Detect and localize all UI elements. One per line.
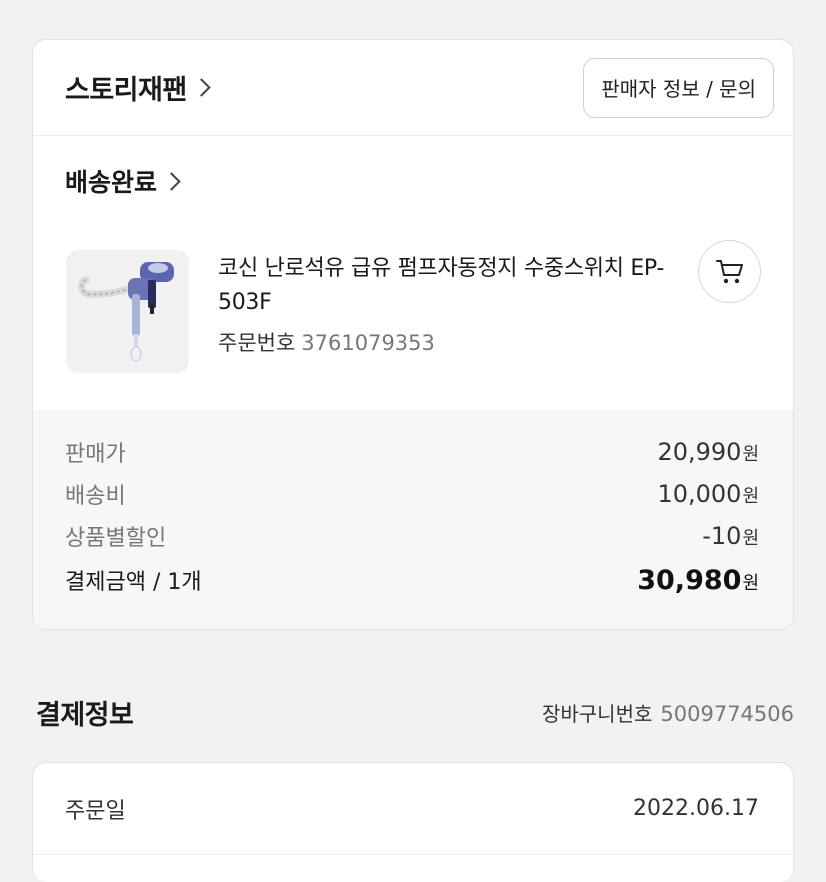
product-item: 코신 난로석유 급유 펌프자동정지 수중스위치 EP-503F 주문번호 3761…	[33, 226, 793, 408]
summary-row-shipping: 배송비 10,000원	[65, 474, 759, 514]
seller-info-button[interactable]: 판매자 정보 / 문의	[583, 57, 774, 118]
order-card: 스토리재팬 판매자 정보 / 문의 배송완료 코신 난로석유 급유 펌프자동정지…	[32, 39, 794, 630]
add-to-cart-button[interactable]	[698, 240, 761, 303]
cart-number: 5009774506	[660, 702, 794, 726]
delivery-status-link[interactable]: 배송완료	[65, 163, 181, 199]
payment-title: 결제정보	[36, 700, 134, 731]
chevron-right-icon	[162, 171, 181, 191]
summary-value: -10원	[702, 522, 759, 550]
summary-row-total: 결제금액 / 1개 30,980원	[65, 560, 759, 600]
seller-link[interactable]: 스토리재팬	[65, 68, 211, 107]
total-value: 30,980원	[637, 564, 759, 596]
payment-card: 주문일 2022.06.17	[32, 762, 794, 882]
product-thumbnail[interactable]	[66, 250, 189, 373]
summary-label: 판매가	[65, 442, 126, 467]
cart-number-line: 장바구니번호 5009774506	[542, 698, 794, 727]
delivery-status-row: 배송완료	[33, 136, 793, 226]
summary-label: 상품별할인	[65, 526, 167, 551]
summary-value: 20,990원	[657, 438, 759, 466]
order-date-value: 2022.06.17	[633, 796, 759, 821]
product-name[interactable]: 코신 난로석유 급유 펌프자동정지 수중스위치 EP-503F	[218, 252, 688, 320]
pump-image-icon	[78, 262, 174, 362]
summary-label: 배송비	[65, 484, 126, 509]
order-number-label: 주문번호	[218, 331, 296, 355]
order-date-label: 주문일	[65, 798, 126, 824]
order-number: 3761079353	[301, 331, 435, 355]
price-summary: 판매가 20,990원 배송비 10,000원 상품별할인 -10원 결제금액 …	[33, 410, 793, 629]
summary-row-discount: 상품별할인 -10원	[65, 516, 759, 556]
summary-value: 10,000원	[657, 480, 759, 508]
summary-row-price: 판매가 20,990원	[65, 432, 759, 472]
cart-icon	[715, 259, 743, 283]
seller-row: 스토리재팬 판매자 정보 / 문의	[33, 40, 793, 136]
payment-row-order-date: 주문일 2022.06.17	[33, 763, 793, 855]
total-label: 결제금액 / 1개	[65, 570, 202, 595]
chevron-right-icon	[192, 78, 211, 97]
seller-name: 스토리재팬	[65, 75, 187, 106]
payment-header: 결제정보 장바구니번호 5009774506	[36, 693, 794, 732]
delivery-status: 배송완료	[65, 168, 158, 197]
cart-number-label: 장바구니번호	[541, 702, 653, 726]
order-number-line: 주문번호 3761079353	[218, 327, 435, 357]
